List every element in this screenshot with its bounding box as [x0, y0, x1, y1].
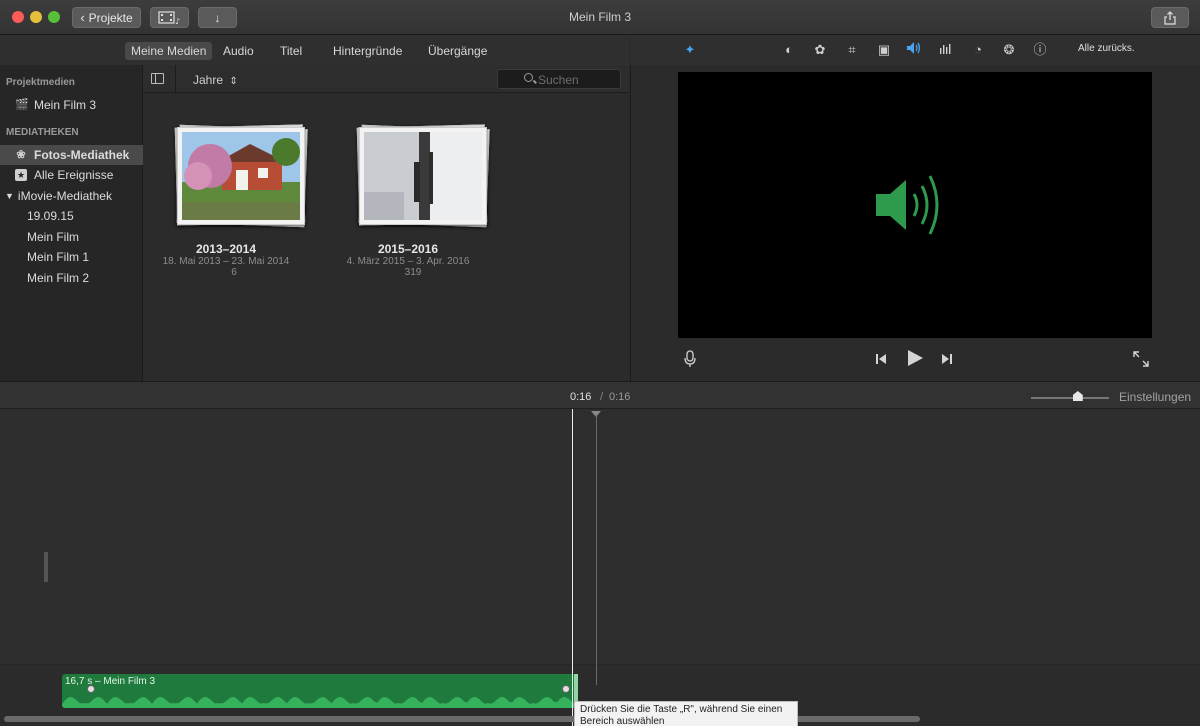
sidebar-item-all-events[interactable]: ★ Alle Ereignisse [0, 165, 143, 185]
lake-photo [364, 132, 482, 220]
sidebar-item-label: Alle Ereignisse [34, 168, 114, 182]
speaker-icon [876, 175, 939, 235]
tab-meine-medien[interactable]: Meine Medien [125, 42, 213, 60]
total-timecode: 0:16 [609, 391, 631, 403]
fullscreen-icon[interactable] [1133, 351, 1149, 370]
clip-label: 16,7 s – Mein Film 3 [65, 676, 156, 687]
play-glyph [908, 350, 923, 366]
stabilization-camera-icon[interactable]: ▣ [875, 41, 893, 59]
search-placeholder: Suchen [538, 73, 579, 87]
search-icon [524, 73, 533, 82]
sort-label: Jahre [193, 73, 224, 87]
tab-titel[interactable]: Titel [274, 42, 308, 60]
event-title: 2013–2014 [195, 242, 257, 256]
search-field[interactable]: Suchen [497, 69, 621, 89]
skip-forward-glyph [942, 354, 952, 364]
sidebar-item-label: Mein Film 3 [34, 98, 97, 112]
audio-waveform [62, 696, 576, 708]
event-title: 2015–2016 [377, 242, 439, 256]
equalizer-glyph [940, 44, 951, 54]
volume-glyph [907, 42, 921, 54]
event-count: 6 [231, 267, 237, 278]
event-thumbnail [177, 127, 305, 225]
equalizer-icon[interactable] [937, 41, 955, 59]
event-count: 319 [404, 267, 422, 278]
current-timecode: 0:16 [570, 391, 592, 403]
zoom-slider-track[interactable] [1031, 397, 1109, 399]
timeline[interactable]: 16,7 s – Mein Film 3 Drücken Sie die Tas… [0, 409, 1200, 726]
section-libraries: MEDIATHEKEN [6, 127, 79, 138]
settings-button[interactable]: Einstellungen [1119, 390, 1191, 404]
divider [175, 65, 176, 93]
viewer-screen [678, 72, 1152, 338]
star-icon: ★ [15, 169, 27, 181]
skimmer-line [596, 415, 597, 685]
sidebar-item-label: iMovie-Mediathek [17, 189, 112, 203]
microphone-icon[interactable] [684, 350, 696, 371]
playhead[interactable] [572, 409, 573, 726]
disclosure-triangle-icon[interactable]: ▼ [5, 191, 14, 201]
event-thumbnail [359, 127, 487, 225]
event-dates: 4. März 2015 – 3. Apr. 2016 [346, 256, 470, 267]
skip-back-icon[interactable] [875, 352, 887, 368]
magic-wand-icon[interactable]: ✦ [681, 41, 699, 59]
tab-hintergruende[interactable]: Hintergründe [327, 42, 408, 60]
sidebar-item-event[interactable]: Mein Film 2 [0, 268, 143, 288]
sidebar-item-label: Fotos-Mediathek [34, 148, 130, 162]
clapperboard-icon: 🎬 [15, 99, 29, 111]
filter-icon[interactable]: ❂ [1000, 41, 1018, 59]
timecode-separator: / [600, 391, 604, 403]
tooltip: Drücken Sie die Taste „R", während Sie e… [574, 701, 798, 726]
tab-uebergaenge[interactable]: Übergänge [422, 42, 493, 60]
sidebar-item-event[interactable]: Mein Film 1 [0, 247, 143, 267]
window-title: Mein Film 3 [568, 10, 631, 24]
sidebar-item-imovie-library[interactable]: ▼ iMovie-Mediathek [0, 186, 143, 206]
sidebar-item-project[interactable]: 🎬 Mein Film 3 [0, 95, 143, 115]
color-balance-icon[interactable]: ◐ [780, 41, 798, 59]
zoom-slider-knob[interactable] [1072, 391, 1083, 401]
sidebar-item-photos-library[interactable]: ❀ Fotos-Mediathek [0, 145, 143, 165]
adjustments-toolbar: ✦ ◐ ✿ ⌗ ▣ ◔ ❂ ⓘ Alle zurücks. [630, 35, 1200, 65]
share-icon [1164, 10, 1176, 25]
skip-forward-icon[interactable] [941, 352, 953, 368]
timeline-header: 0:16 / 0:16 Einstellungen [0, 381, 1200, 409]
reset-all-button[interactable]: Alle zurücks. [1078, 43, 1135, 54]
event-meta: 4. März 2015 – 3. Apr. 2016 319 [338, 256, 478, 278]
play-icon[interactable] [906, 349, 924, 370]
media-browser: Jahre ⇕ Suchen 2013–2014 18. Mai 2013 – … [143, 65, 629, 381]
sidebar-item-event[interactable]: 19.09.15 [0, 206, 143, 226]
crop-icon[interactable]: ⌗ [843, 41, 861, 59]
updown-chevron-icon: ⇕ [229, 76, 238, 87]
title-bar: ‹ Projekte ♪ ↓ Mein Film 3 [0, 0, 1200, 35]
library-sidebar: Projektmedien 🎬 Mein Film 3 MEDIATHEKEN … [0, 65, 143, 381]
sort-popup[interactable]: Jahre ⇕ [193, 73, 238, 87]
volume-icon[interactable] [905, 41, 923, 59]
section-project-media: Projektmedien [6, 77, 75, 88]
share-button[interactable] [1151, 7, 1189, 28]
microphone-glyph [684, 350, 696, 367]
audio-clip[interactable]: 16,7 s – Mein Film 3 [62, 674, 576, 708]
event-dates: 18. Mai 2013 – 23. Mai 2014 [162, 256, 290, 267]
event-meta: 18. Mai 2013 – 23. Mai 2014 6 [156, 256, 296, 278]
color-palette-icon[interactable]: ✿ [811, 41, 829, 59]
house-photo [182, 132, 300, 220]
browser-toolbar: Jahre ⇕ Suchen [143, 65, 629, 93]
tab-audio[interactable]: Audio [217, 42, 260, 60]
sidebar-toggle-icon[interactable] [151, 73, 164, 84]
timeline-start-marker [44, 552, 48, 582]
fullscreen-glyph [1133, 351, 1149, 367]
browser-tab-row: Meine Medien Audio Titel Hintergründe Üb… [0, 35, 629, 65]
info-icon[interactable]: ⓘ [1031, 41, 1049, 59]
skip-back-glyph [876, 354, 886, 364]
sidebar-item-event[interactable]: Mein Film [0, 227, 143, 247]
speed-icon[interactable]: ◔ [969, 41, 987, 59]
photos-icon: ❀ [16, 149, 26, 161]
